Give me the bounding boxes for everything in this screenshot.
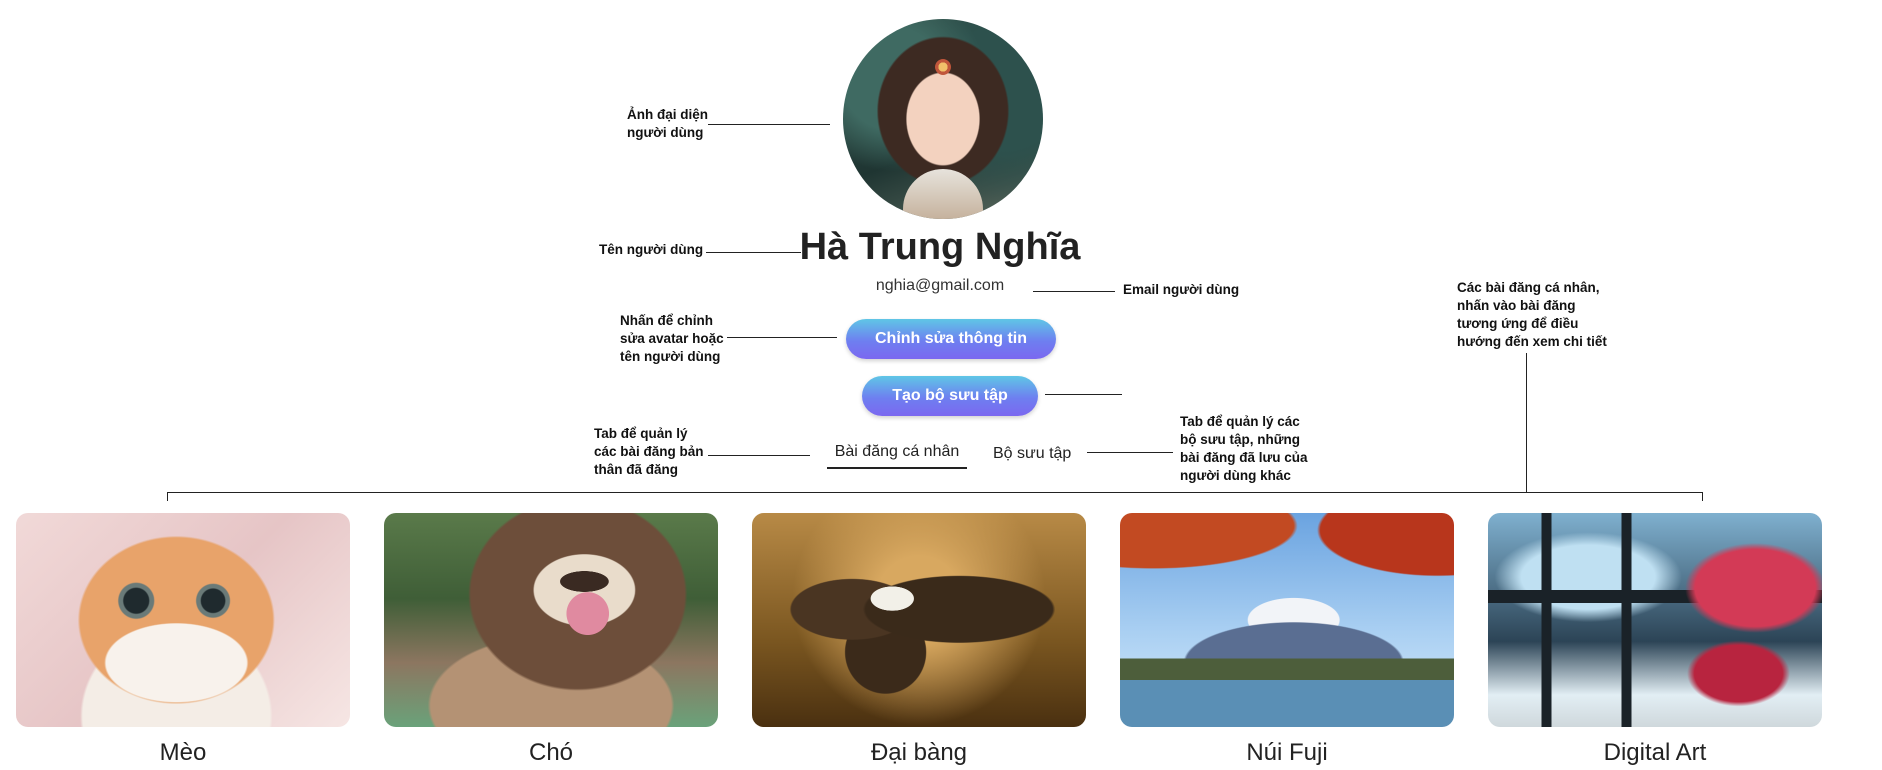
annotation-avatar: Ảnh đại diện người dùng <box>627 107 708 140</box>
annotation-username: Tên người dùng <box>599 242 704 257</box>
edit-profile-button[interactable]: Chỉnh sửa thông tin <box>846 319 1056 359</box>
annotation-line-create-collection <box>1045 394 1122 395</box>
post-title: Chó <box>528 739 574 766</box>
post-card[interactable]: Chó <box>384 513 718 766</box>
tab-collections[interactable]: Bộ sưu tập <box>993 445 1071 463</box>
annotation-edit: Nhấn để chỉnh sửa avatar hoặc tên người … <box>620 313 724 364</box>
posts-bracket <box>167 492 1703 493</box>
annotation-line-posts-vertical <box>1526 353 1527 493</box>
annotation-email: Email người dùng <box>1123 282 1240 297</box>
annotation-line-email <box>1033 291 1115 292</box>
post-card[interactable]: Đại bàng <box>752 513 1086 766</box>
annotation-line-edit <box>727 337 837 338</box>
posts-bracket-right-tick <box>1702 492 1703 501</box>
post-image-digital-art[interactable] <box>1488 513 1822 727</box>
avatar-dress <box>903 169 983 219</box>
post-card[interactable]: Núi Fuji <box>1120 513 1454 766</box>
annotation-posts: Các bài đăng cá nhân, nhấn vào bài đăng … <box>1457 280 1607 349</box>
post-title: Đại bàng <box>870 739 968 766</box>
post-image-dog[interactable] <box>384 513 718 727</box>
posts-bracket-left-tick <box>167 492 168 501</box>
post-card[interactable]: Mèo <box>16 513 350 766</box>
post-image-cat[interactable] <box>16 513 350 727</box>
post-title: Mèo <box>159 739 207 766</box>
post-title: Núi Fuji <box>1246 739 1328 766</box>
user-name: Hà Trung Nghĩa <box>799 226 1081 268</box>
tab-personal-posts[interactable]: Bài đăng cá nhân <box>827 443 967 469</box>
create-collection-button[interactable]: Tạo bộ sưu tập <box>862 376 1038 416</box>
annotation-line-avatar <box>708 124 830 125</box>
user-email: nghia@gmail.com <box>875 277 1005 294</box>
annotation-personal-tab: Tab để quản lý các bài đăng bản thân đã … <box>594 426 704 477</box>
post-card[interactable]: Digital Art <box>1488 513 1822 766</box>
user-avatar[interactable] <box>843 19 1043 219</box>
avatar-headpiece <box>935 59 951 75</box>
post-title: Digital Art <box>1603 739 1707 766</box>
annotation-collection-tab: Tab để quản lý các bộ sưu tập, những bài… <box>1180 414 1308 483</box>
post-image-eagle[interactable] <box>752 513 1086 727</box>
annotation-line-personal-tab <box>708 455 810 456</box>
post-image-mount-fuji[interactable] <box>1120 513 1454 727</box>
annotation-line-collection-tab <box>1087 452 1173 453</box>
